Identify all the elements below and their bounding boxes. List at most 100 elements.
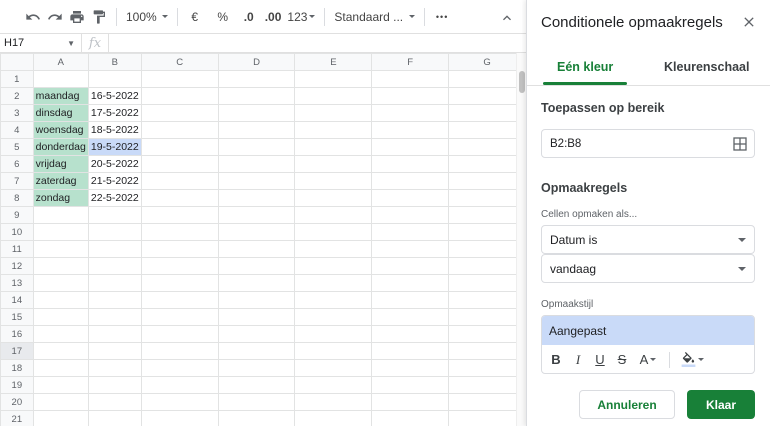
done-button[interactable]: Klaar xyxy=(687,390,755,419)
cell[interactable] xyxy=(448,138,526,156)
cell[interactable] xyxy=(217,342,296,360)
cell[interactable] xyxy=(448,359,526,377)
cell[interactable] xyxy=(140,138,219,156)
print-icon[interactable] xyxy=(66,5,88,29)
cell-date[interactable] xyxy=(87,223,142,241)
cell[interactable] xyxy=(371,121,450,139)
cell[interactable] xyxy=(140,393,219,411)
cell[interactable] xyxy=(217,376,296,394)
cell-day[interactable] xyxy=(32,325,89,343)
cell[interactable] xyxy=(448,410,526,426)
cell-day[interactable] xyxy=(32,393,89,411)
cell[interactable] xyxy=(294,291,373,309)
row-header[interactable]: 15 xyxy=(0,308,34,326)
cell[interactable] xyxy=(140,308,219,326)
cell[interactable] xyxy=(217,70,296,88)
cell[interactable] xyxy=(448,376,526,394)
cell[interactable] xyxy=(294,104,373,122)
cell[interactable] xyxy=(371,138,450,156)
cell-date[interactable] xyxy=(87,342,142,360)
cell-date[interactable]: 19-5-2022 xyxy=(87,138,142,156)
cell[interactable] xyxy=(217,121,296,139)
cell[interactable] xyxy=(448,240,526,258)
cell-day[interactable]: maandag xyxy=(32,87,89,105)
cell[interactable] xyxy=(371,206,450,224)
cell[interactable] xyxy=(448,223,526,241)
cancel-button[interactable]: Annuleren xyxy=(579,390,675,419)
cell[interactable] xyxy=(140,172,219,190)
paint-format-icon[interactable] xyxy=(88,5,110,29)
cell-date[interactable] xyxy=(87,257,142,275)
strikethrough-button[interactable]: S xyxy=(614,351,630,369)
cell[interactable] xyxy=(294,189,373,207)
cell[interactable] xyxy=(371,291,450,309)
cell[interactable] xyxy=(294,308,373,326)
cell[interactable] xyxy=(371,325,450,343)
cell[interactable] xyxy=(140,291,219,309)
row-header[interactable]: 19 xyxy=(0,376,34,394)
cell-day[interactable]: woensdag xyxy=(32,121,89,139)
italic-button[interactable]: I xyxy=(570,351,586,369)
cell[interactable] xyxy=(140,70,219,88)
cell-date[interactable] xyxy=(87,308,142,326)
row-header[interactable]: 17 xyxy=(0,342,34,360)
cell[interactable] xyxy=(217,257,296,275)
corner-cell[interactable] xyxy=(0,53,34,71)
cell[interactable] xyxy=(140,104,219,122)
scrollbar-thumb[interactable] xyxy=(519,71,525,93)
cell[interactable] xyxy=(140,206,219,224)
cell[interactable] xyxy=(140,189,219,207)
row-header[interactable]: 10 xyxy=(0,223,34,241)
percent-format-button[interactable]: % xyxy=(212,5,234,29)
cell[interactable] xyxy=(448,87,526,105)
cell[interactable] xyxy=(371,257,450,275)
cell-date[interactable] xyxy=(87,240,142,258)
cell[interactable] xyxy=(294,325,373,343)
cell[interactable] xyxy=(217,308,296,326)
cell-date[interactable] xyxy=(87,291,142,309)
cell[interactable] xyxy=(371,172,450,190)
cell[interactable] xyxy=(140,87,219,105)
cell-day[interactable] xyxy=(32,240,89,258)
cell[interactable] xyxy=(371,104,450,122)
date-value-dropdown[interactable]: vandaag xyxy=(541,254,755,283)
more-options-button[interactable]: ••• xyxy=(431,5,453,29)
column-header[interactable]: F xyxy=(371,53,450,71)
cell[interactable] xyxy=(217,393,296,411)
underline-button[interactable]: U xyxy=(592,351,608,369)
cell[interactable] xyxy=(371,342,450,360)
cell-day[interactable] xyxy=(32,257,89,275)
cell[interactable] xyxy=(371,223,450,241)
chevron-up-icon[interactable] xyxy=(496,6,518,30)
cell[interactable] xyxy=(294,274,373,292)
cell[interactable] xyxy=(448,70,526,88)
cell[interactable] xyxy=(140,257,219,275)
cell[interactable] xyxy=(217,138,296,156)
cell[interactable] xyxy=(217,172,296,190)
cell[interactable] xyxy=(448,155,526,173)
cell[interactable] xyxy=(217,410,296,426)
cell[interactable] xyxy=(448,274,526,292)
condition-dropdown[interactable]: Datum is xyxy=(541,225,755,254)
row-header[interactable]: 20 xyxy=(0,393,34,411)
cell-day[interactable]: zaterdag xyxy=(32,172,89,190)
cell[interactable] xyxy=(371,87,450,105)
row-header[interactable]: 6 xyxy=(0,155,34,173)
cell-date[interactable] xyxy=(87,206,142,224)
cell-day[interactable] xyxy=(32,70,89,88)
cell-day[interactable] xyxy=(32,342,89,360)
cell[interactable] xyxy=(217,274,296,292)
cell[interactable] xyxy=(448,104,526,122)
row-header[interactable]: 18 xyxy=(0,359,34,377)
cell-day[interactable] xyxy=(32,206,89,224)
cell[interactable] xyxy=(371,393,450,411)
cell[interactable] xyxy=(294,87,373,105)
bold-button[interactable]: B xyxy=(548,351,564,369)
formula-input[interactable] xyxy=(108,33,526,53)
cell[interactable] xyxy=(217,206,296,224)
cell-day[interactable] xyxy=(32,291,89,309)
cell-date[interactable]: 21-5-2022 xyxy=(87,172,142,190)
cell[interactable] xyxy=(140,410,219,426)
cell[interactable] xyxy=(371,240,450,258)
row-header[interactable]: 16 xyxy=(0,325,34,343)
